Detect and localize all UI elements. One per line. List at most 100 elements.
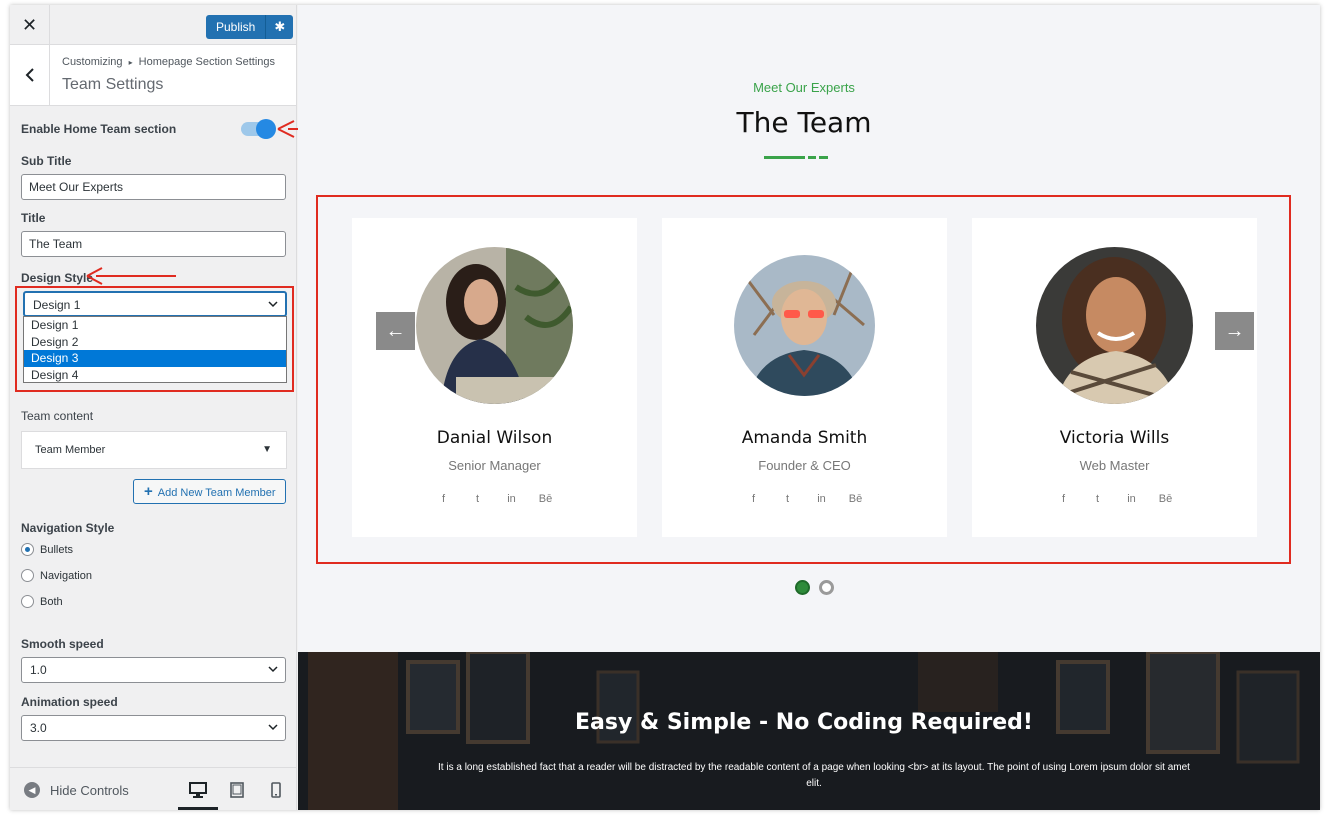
behance-icon[interactable]: Bē bbox=[1159, 493, 1173, 505]
facebook-icon[interactable]: f bbox=[437, 493, 451, 505]
twitter-icon[interactable]: t bbox=[471, 493, 485, 505]
close-icon[interactable]: ✕ bbox=[10, 5, 50, 45]
title-divider bbox=[764, 156, 805, 159]
nav-option-label: Both bbox=[40, 595, 63, 608]
avatar bbox=[1036, 247, 1193, 404]
back-button[interactable] bbox=[10, 45, 50, 105]
breadcrumb-root: Customizing bbox=[62, 56, 123, 68]
team-content-select[interactable]: Team Member ▼ bbox=[21, 431, 287, 469]
smooth-speed-label: Smooth speed bbox=[21, 637, 104, 651]
design-option[interactable]: Design 1 bbox=[24, 317, 286, 334]
mobile-icon[interactable] bbox=[266, 781, 286, 799]
design-option[interactable]: Design 2 bbox=[24, 334, 286, 351]
design-style-label: Design Style bbox=[21, 271, 94, 285]
team-subtitle: Meet Our Experts bbox=[753, 80, 855, 95]
radio-checked-icon[interactable] bbox=[21, 543, 34, 556]
desktop-icon[interactable] bbox=[188, 781, 208, 799]
avatar bbox=[734, 255, 875, 396]
design-style-select[interactable]: Design 1 bbox=[23, 291, 287, 317]
nav-option-label: Navigation bbox=[40, 569, 92, 582]
nav-option-label: Bullets bbox=[40, 543, 74, 556]
social-links: f t in Bē bbox=[972, 493, 1257, 505]
chevron-down-icon bbox=[268, 716, 278, 750]
linkedin-icon[interactable]: in bbox=[505, 493, 519, 505]
toggle-knob[interactable] bbox=[256, 119, 276, 139]
section-header: Customizing ▸ Homepage Section Settings … bbox=[10, 45, 296, 106]
chevron-left-icon bbox=[25, 68, 34, 82]
member-name: Danial Wilson bbox=[436, 428, 553, 448]
animation-speed-select[interactable]: 3.0 bbox=[21, 715, 286, 741]
subtitle-label: Sub Title bbox=[21, 154, 72, 168]
breadcrumb-parent: Homepage Section Settings bbox=[138, 56, 276, 68]
sidebar-footer: ◀ Hide Controls bbox=[10, 767, 296, 810]
team-card: Victoria Wills Web Master f t in Bē bbox=[972, 218, 1257, 537]
breadcrumb-separator: ▸ bbox=[128, 58, 133, 67]
smooth-speed-value: 1.0 bbox=[30, 663, 47, 677]
design-option[interactable]: Design 4 bbox=[24, 367, 286, 384]
team-title: The Team bbox=[736, 106, 872, 139]
member-role: Senior Manager bbox=[448, 458, 541, 473]
title-input[interactable]: The Team bbox=[21, 231, 286, 257]
twitter-icon[interactable]: t bbox=[781, 493, 795, 505]
tablet-icon[interactable] bbox=[227, 781, 247, 799]
social-links: f t in Bē bbox=[352, 493, 637, 505]
carousel-dot[interactable] bbox=[819, 580, 834, 595]
nav-option-bullets[interactable]: Bullets bbox=[21, 543, 73, 556]
navigation-style-label: Navigation Style bbox=[21, 521, 115, 535]
add-team-member-label: Add New Team Member bbox=[157, 487, 276, 499]
site-preview: Meet Our Experts The Team Danial Wilson … bbox=[298, 5, 1320, 810]
customizer-window: ✕ Publish ✱ Customizing ▸ Homepage Secti… bbox=[10, 5, 1320, 810]
design-style-options: Design 1 Design 2 Design 3 Design 4 bbox=[23, 316, 287, 383]
cta-title: Easy & Simple - No Coding Required! bbox=[575, 710, 1033, 735]
next-arrow-button[interactable]: → bbox=[1215, 312, 1254, 350]
behance-icon[interactable]: Bē bbox=[849, 493, 863, 505]
avatar bbox=[416, 247, 573, 404]
linkedin-icon[interactable]: in bbox=[815, 493, 829, 505]
subtitle-input[interactable]: Meet Our Experts bbox=[21, 174, 286, 200]
radio-icon[interactable] bbox=[21, 595, 34, 608]
hide-controls-label: Hide Controls bbox=[50, 782, 129, 798]
design-style-value: Design 1 bbox=[33, 298, 81, 312]
member-role: Founder & CEO bbox=[758, 458, 851, 473]
social-links: f t in Bē bbox=[662, 493, 947, 505]
title-divider-dash bbox=[819, 156, 828, 159]
nav-option-navigation[interactable]: Navigation bbox=[21, 569, 92, 582]
carousel-dot-active[interactable] bbox=[795, 580, 810, 595]
prev-arrow-button[interactable]: ← bbox=[376, 312, 415, 350]
caret-down-icon: ▼ bbox=[262, 444, 272, 455]
design-option-highlighted[interactable]: Design 3 bbox=[24, 350, 286, 367]
team-content-value: Team Member bbox=[35, 444, 106, 456]
gear-icon[interactable]: ✱ bbox=[266, 15, 294, 39]
publish-group: Publish ✱ bbox=[206, 15, 294, 39]
cta-text: It is a long established fact that a rea… bbox=[438, 762, 1190, 789]
title-divider-dash bbox=[808, 156, 816, 159]
nav-option-both[interactable]: Both bbox=[21, 595, 63, 608]
member-name: Amanda Smith bbox=[741, 428, 868, 448]
twitter-icon[interactable]: t bbox=[1091, 493, 1105, 505]
facebook-icon[interactable]: f bbox=[1057, 493, 1071, 505]
facebook-icon[interactable]: f bbox=[747, 493, 761, 505]
breadcrumb: Customizing ▸ Homepage Section Settings bbox=[62, 56, 275, 68]
team-content-label: Team content bbox=[21, 409, 94, 423]
cta-banner: Easy & Simple - No Coding Required! It i… bbox=[298, 652, 1320, 810]
publish-button[interactable]: Publish bbox=[206, 15, 267, 39]
add-team-member-button[interactable]: + Add New Team Member bbox=[133, 479, 286, 504]
animation-speed-value: 3.0 bbox=[30, 721, 47, 735]
behance-icon[interactable]: Bē bbox=[539, 493, 553, 505]
title-label: Title bbox=[21, 211, 46, 225]
sidebar-header-bar: ✕ Publish ✱ bbox=[10, 5, 296, 45]
enable-team-label: Enable Home Team section bbox=[21, 122, 177, 136]
member-role: Web Master bbox=[1079, 458, 1150, 473]
chevron-down-icon bbox=[268, 658, 278, 692]
smooth-speed-select[interactable]: 1.0 bbox=[21, 657, 286, 683]
customizer-sidebar: ✕ Publish ✱ Customizing ▸ Homepage Secti… bbox=[10, 5, 297, 810]
section-title: Team Settings bbox=[62, 76, 164, 93]
collapse-icon: ◀ bbox=[24, 782, 40, 798]
radio-icon[interactable] bbox=[21, 569, 34, 582]
member-name: Victoria Wills bbox=[1059, 428, 1170, 448]
linkedin-icon[interactable]: in bbox=[1125, 493, 1139, 505]
active-device-indicator bbox=[178, 807, 218, 810]
hide-controls-button[interactable]: ◀ Hide Controls bbox=[24, 782, 129, 798]
team-card: Danial Wilson Senior Manager f t in Bē bbox=[352, 218, 637, 537]
plus-icon: + bbox=[144, 483, 153, 500]
